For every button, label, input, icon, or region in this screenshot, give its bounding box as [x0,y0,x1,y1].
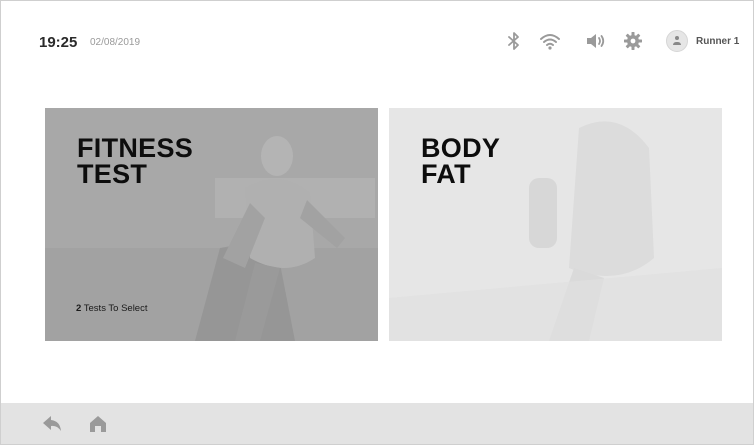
bluetooth-icon[interactable] [503,30,525,52]
volume-icon[interactable] [584,30,606,52]
status-icons [0,30,754,54]
body-fat-card[interactable]: BODY FAT [389,108,722,341]
home-icon[interactable] [87,414,109,434]
back-icon[interactable] [41,414,63,434]
card-title-line2: FAT [421,159,471,189]
card-title-line1: BODY [421,133,501,163]
card-title-line1: FITNESS [77,133,194,163]
card-title: FITNESS TEST [77,133,194,189]
tests-label-text: Tests To Select [81,303,148,314]
user-profile[interactable]: Runner 1 [666,30,739,52]
wifi-icon[interactable] [539,30,561,52]
status-bar: 19:25 02/08/2019 Runner 1 [0,0,754,90]
card-title-line2: TEST [77,159,148,189]
settings-gear-icon[interactable] [622,30,644,52]
bottom-nav-bar [1,403,753,444]
user-name: Runner 1 [696,35,740,47]
tests-to-select-label: 2 Tests To Select [76,303,147,314]
card-title: BODY FAT [421,133,501,189]
user-avatar-icon[interactable] [666,30,688,52]
fitness-test-card[interactable]: FITNESS TEST 2 Tests To Select [45,108,378,341]
